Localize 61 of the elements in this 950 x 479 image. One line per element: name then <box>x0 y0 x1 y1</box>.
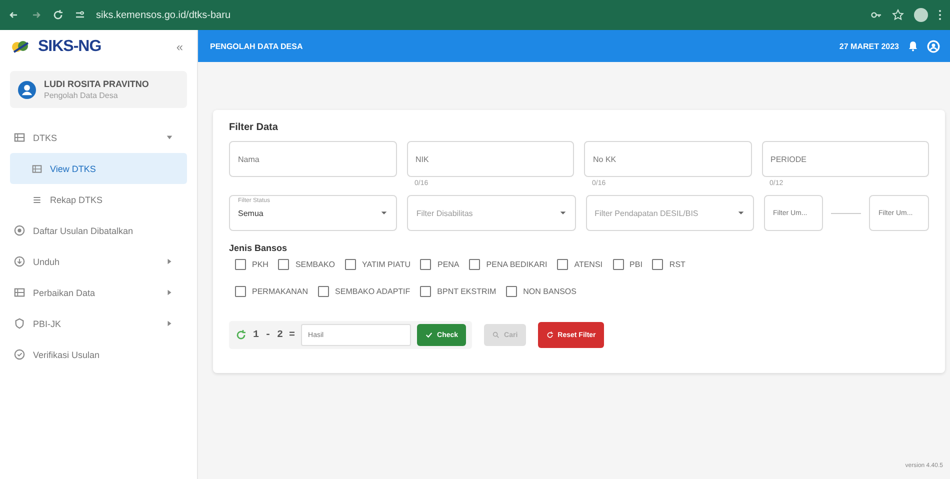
page-title: PENGOLAH DATA DESA <box>210 42 304 50</box>
checkbox[interactable]: YATIM PIATU <box>345 259 410 270</box>
check-circle-icon <box>14 349 25 360</box>
list-icon <box>32 194 42 204</box>
checkbox[interactable]: RST <box>652 259 686 270</box>
user-name: LUDI ROSITA PRAVITNO <box>44 79 149 89</box>
date-text: 27 MARET 2023 <box>839 42 899 50</box>
checkbox[interactable]: PERMAKANAN <box>235 286 308 297</box>
checkbox[interactable]: SEMBAKO <box>278 259 336 270</box>
input-field[interactable]: Nama <box>229 141 396 177</box>
bell-icon[interactable] <box>907 40 919 52</box>
user-role: Pengolah Data Desa <box>44 91 119 100</box>
dropdown-caret-icon <box>380 209 388 217</box>
captcha-question: 1 - 2 = <box>253 330 296 340</box>
menu-item[interactable]: PBI-JK <box>0 308 187 339</box>
checkbox[interactable]: SEMBAKO ADAPTIF <box>318 286 410 297</box>
menu-item[interactable]: Daftar Usulan Dibatalkan <box>0 215 187 246</box>
caret-down-icon <box>166 134 173 141</box>
reset-icon <box>546 331 554 339</box>
reload-icon <box>52 9 64 21</box>
checkbox[interactable]: ATENSI <box>557 259 603 270</box>
caret-right-icon <box>166 289 173 296</box>
dropdown-field[interactable]: Filter Disabilitas <box>407 195 576 231</box>
dropdown-caret-icon <box>558 209 567 217</box>
collapse-button[interactable]: « <box>172 40 187 54</box>
search-icon <box>492 331 500 339</box>
section-title: Filter Data <box>229 122 279 133</box>
download-icon <box>14 256 25 267</box>
submenu-item[interactable]: Rekap DTKS <box>10 184 187 215</box>
input-field[interactable]: PERIODE <box>762 141 929 177</box>
dropdown-caret-icon <box>736 209 745 217</box>
checkbox[interactable]: NON BANSOS <box>506 286 576 297</box>
star-icon[interactable] <box>892 9 904 21</box>
section-title: Jenis Bansos <box>229 243 288 253</box>
menu-item[interactable]: DTKS <box>0 122 187 153</box>
caret-right-icon <box>166 258 173 265</box>
checkbox[interactable]: PKH <box>235 259 268 270</box>
menu-item[interactable]: Verifikasi Usulan <box>0 339 187 370</box>
checkbox[interactable]: PENA <box>420 259 460 270</box>
more-menu-icon[interactable] <box>938 9 942 21</box>
checkbox[interactable]: PBI <box>612 259 642 270</box>
shield-icon <box>14 318 25 329</box>
refresh-icon[interactable] <box>235 329 247 341</box>
checkbox[interactable]: PENA BEDIKARI <box>469 259 548 270</box>
logo-text: SIKS-NG <box>38 38 102 56</box>
target-icon <box>14 225 25 236</box>
dropdown-field[interactable]: Filter Pendapatan DESIL/BIS <box>586 195 754 231</box>
checkbox[interactable]: BPNT EKSTRIM <box>420 286 496 297</box>
table-icon <box>32 164 42 174</box>
submenu-item[interactable]: View DTKS <box>10 153 187 184</box>
profile-avatar[interactable] <box>914 8 928 22</box>
grid-icon <box>14 132 25 143</box>
input-field[interactable]: No KK <box>584 141 752 177</box>
grid-icon <box>14 287 25 298</box>
menu-item[interactable]: Unduh <box>0 246 187 277</box>
checkmark-icon <box>425 331 434 339</box>
input-field[interactable]: NIK <box>406 141 574 177</box>
user-avatar-icon <box>18 80 36 98</box>
account-icon[interactable] <box>927 40 940 52</box>
caret-right-icon <box>166 320 173 327</box>
menu-item[interactable]: Perbaikan Data <box>0 277 187 308</box>
